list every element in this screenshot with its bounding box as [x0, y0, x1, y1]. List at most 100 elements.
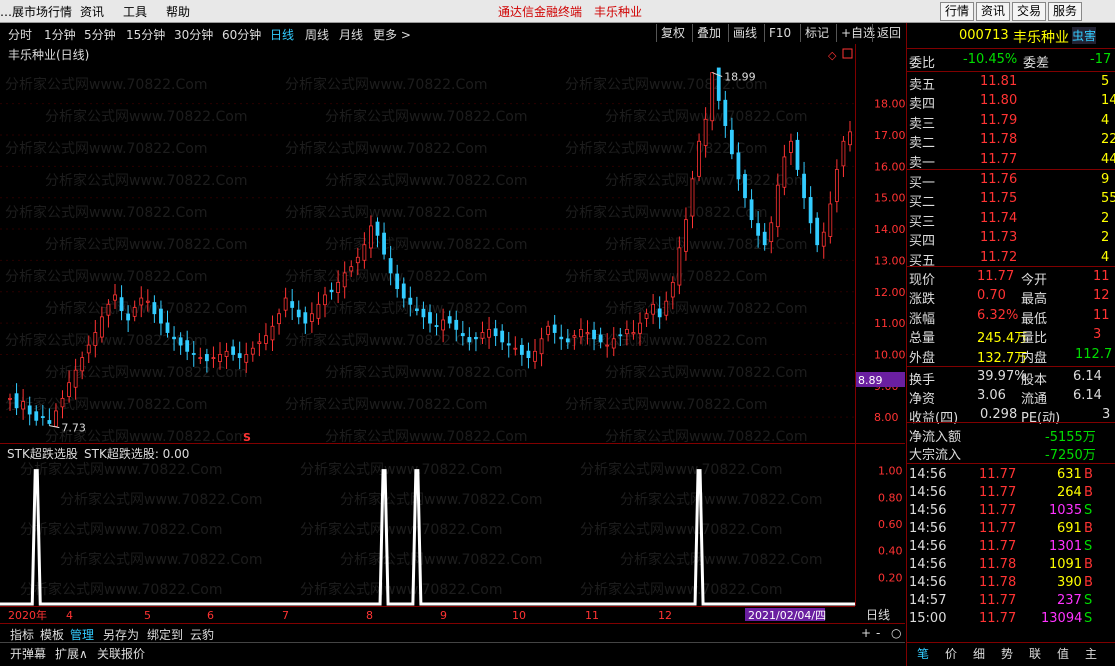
ask-label: 卖三 — [909, 116, 936, 132]
candle-body — [546, 325, 551, 335]
menu-help[interactable]: 帮助 — [166, 3, 190, 20]
tick-row: 14:56 11.78 1091 B — [907, 556, 1115, 575]
watermark-text: 分析家公式网www.70822.Com — [605, 300, 807, 317]
indicator-chart[interactable]: 分析家公式网www.70822.Com 分析家公式网www.70822.Com 分析… — [0, 444, 905, 606]
period-30min[interactable]: 30分钟 — [174, 26, 213, 43]
candle-body — [342, 272, 347, 288]
right-tab[interactable]: 笔 — [917, 645, 929, 662]
period-weekly[interactable]: 周线 — [305, 26, 329, 43]
right-tab[interactable]: 势 — [1001, 645, 1013, 662]
stock-name: 丰乐种业 — [1013, 30, 1069, 46]
candle-body — [697, 140, 701, 177]
tick-side: S — [1084, 611, 1093, 626]
period-tick[interactable]: 分时 — [8, 26, 32, 43]
draw-line-button[interactable]: 画线 — [728, 24, 757, 42]
period-15min[interactable]: 15分钟 — [126, 26, 165, 43]
right-tab[interactable]: 联 — [1029, 645, 1041, 662]
tab-cloud[interactable]: 云豹 — [190, 626, 214, 643]
ask-row: 卖一 11.77 44 — [907, 151, 1115, 171]
tick-price: 11.77 — [979, 521, 1017, 536]
candle-body — [657, 308, 662, 318]
candle-body — [749, 199, 754, 221]
candlestick-chart[interactable]: 分析家公式网www.70822.Com 分析家公式网www.70822.Com 分析… — [0, 44, 905, 444]
ask-price: 11.78 — [980, 132, 1018, 148]
stock-header: 000713 丰乐种业 虫害 — [907, 25, 1115, 47]
candle-body — [290, 301, 295, 308]
quote-panel: 000713 丰乐种业 虫害 委比 -10.45% 委差 -17 卖五 11.81… — [906, 23, 1115, 666]
adjust-button[interactable]: 复权 — [656, 24, 685, 42]
period-more[interactable]: 更多 > — [373, 26, 411, 43]
candle-body — [185, 340, 190, 352]
tab-manage[interactable]: 管理 — [70, 626, 94, 643]
candle-body — [277, 313, 281, 325]
period-1min[interactable]: 1分钟 — [44, 26, 76, 43]
candle-body — [506, 343, 511, 346]
period-60min[interactable]: 60分钟 — [222, 26, 261, 43]
weicha-value: -17 — [1090, 52, 1112, 67]
right-panel-tabs: 笔价细势联值主 — [907, 642, 1115, 663]
mark-button[interactable]: 标记 — [800, 24, 829, 42]
zoom-reset-button[interactable]: ○ — [891, 626, 901, 640]
weibi-row: 委比 -10.45% 委差 -17 — [907, 51, 1115, 71]
candle-body — [579, 328, 583, 338]
fund-label: 股本 — [1021, 373, 1048, 388]
candle-body — [165, 322, 170, 333]
chart-settings-icon[interactable]: ◇ — [828, 49, 837, 62]
zoom-out-button[interactable]: - — [876, 626, 880, 640]
menu-market[interactable]: …展市场行情 — [0, 3, 72, 20]
watermark-text: 分析家公式网www.70822.Com — [5, 76, 207, 93]
bid-price: 11.76 — [980, 172, 1018, 187]
trade-button[interactable]: 交易 — [1012, 2, 1047, 21]
right-tab[interactable]: 主 — [1085, 645, 1097, 662]
candle-body — [113, 294, 117, 301]
candle-body — [703, 118, 708, 146]
menu-news[interactable]: 资讯 — [80, 3, 104, 20]
concept-badge[interactable]: 虫害 — [1072, 27, 1097, 44]
tab-template[interactable]: 模板 — [40, 626, 64, 643]
low-price-label: 7.73 — [61, 422, 86, 435]
period-5min[interactable]: 5分钟 — [84, 26, 116, 43]
candle-body — [172, 336, 176, 340]
news-button[interactable]: 资讯 — [976, 2, 1011, 21]
watermark-text: 分析家公式网www.70822.Com — [580, 521, 782, 538]
period-monthly[interactable]: 月线 — [339, 26, 363, 43]
bid-row: 买二 11.75 55 — [907, 190, 1115, 210]
add-watchlist-button[interactable]: +自选 — [836, 24, 875, 42]
tab-indicator[interactable]: 指标 — [10, 626, 34, 643]
tab-expand[interactable]: 扩展∧ — [55, 645, 88, 662]
watermark-text: 分析家公式网www.70822.Com — [340, 551, 542, 568]
overlay-button[interactable]: 叠加 — [692, 24, 721, 42]
candle-body — [447, 316, 452, 324]
stat-value: 3 — [1093, 327, 1102, 343]
right-tab[interactable]: 价 — [945, 645, 957, 662]
bid-price: 11.72 — [980, 249, 1018, 265]
back-button[interactable]: 返回 — [872, 24, 901, 42]
tab-related-quotes[interactable]: 关联报价 — [97, 645, 145, 662]
ask-row: 卖二 11.78 22 — [907, 131, 1115, 151]
menu-tools[interactable]: 工具 — [123, 3, 147, 20]
tick-side: S — [1084, 539, 1093, 554]
candle-body — [257, 341, 262, 344]
ask-row: 卖三 11.79 4 — [907, 112, 1115, 132]
fund-value: 3 — [1102, 407, 1111, 422]
tab-danmaku[interactable]: 开弹幕 — [10, 645, 46, 662]
quote-button[interactable]: 行情 — [940, 2, 975, 21]
f10-button[interactable]: F10 — [764, 24, 791, 42]
right-tab[interactable]: 值 — [1057, 645, 1069, 662]
watermark-text: 分析家公式网www.70822.Com — [325, 428, 527, 444]
candle-body — [86, 344, 91, 354]
candle-body — [493, 328, 498, 337]
tab-save-as[interactable]: 另存为 — [103, 626, 139, 643]
bid-volume: 2 — [1101, 210, 1110, 226]
right-tab[interactable]: 细 — [973, 645, 985, 662]
tab-bind-to[interactable]: 绑定到 — [147, 626, 183, 643]
period-daily[interactable]: 日线 — [270, 26, 294, 43]
candle-body — [132, 307, 137, 317]
candle-body — [684, 219, 688, 252]
watermark-text: 分析家公式网www.70822.Com — [565, 268, 767, 285]
service-button[interactable]: 服务 — [1048, 2, 1083, 21]
watermark-text: 分析家公式网www.70822.Com — [620, 491, 822, 508]
candle-body — [40, 416, 45, 418]
zoom-in-button[interactable]: + — [861, 626, 871, 640]
tick-time: 14:56 — [909, 521, 947, 536]
